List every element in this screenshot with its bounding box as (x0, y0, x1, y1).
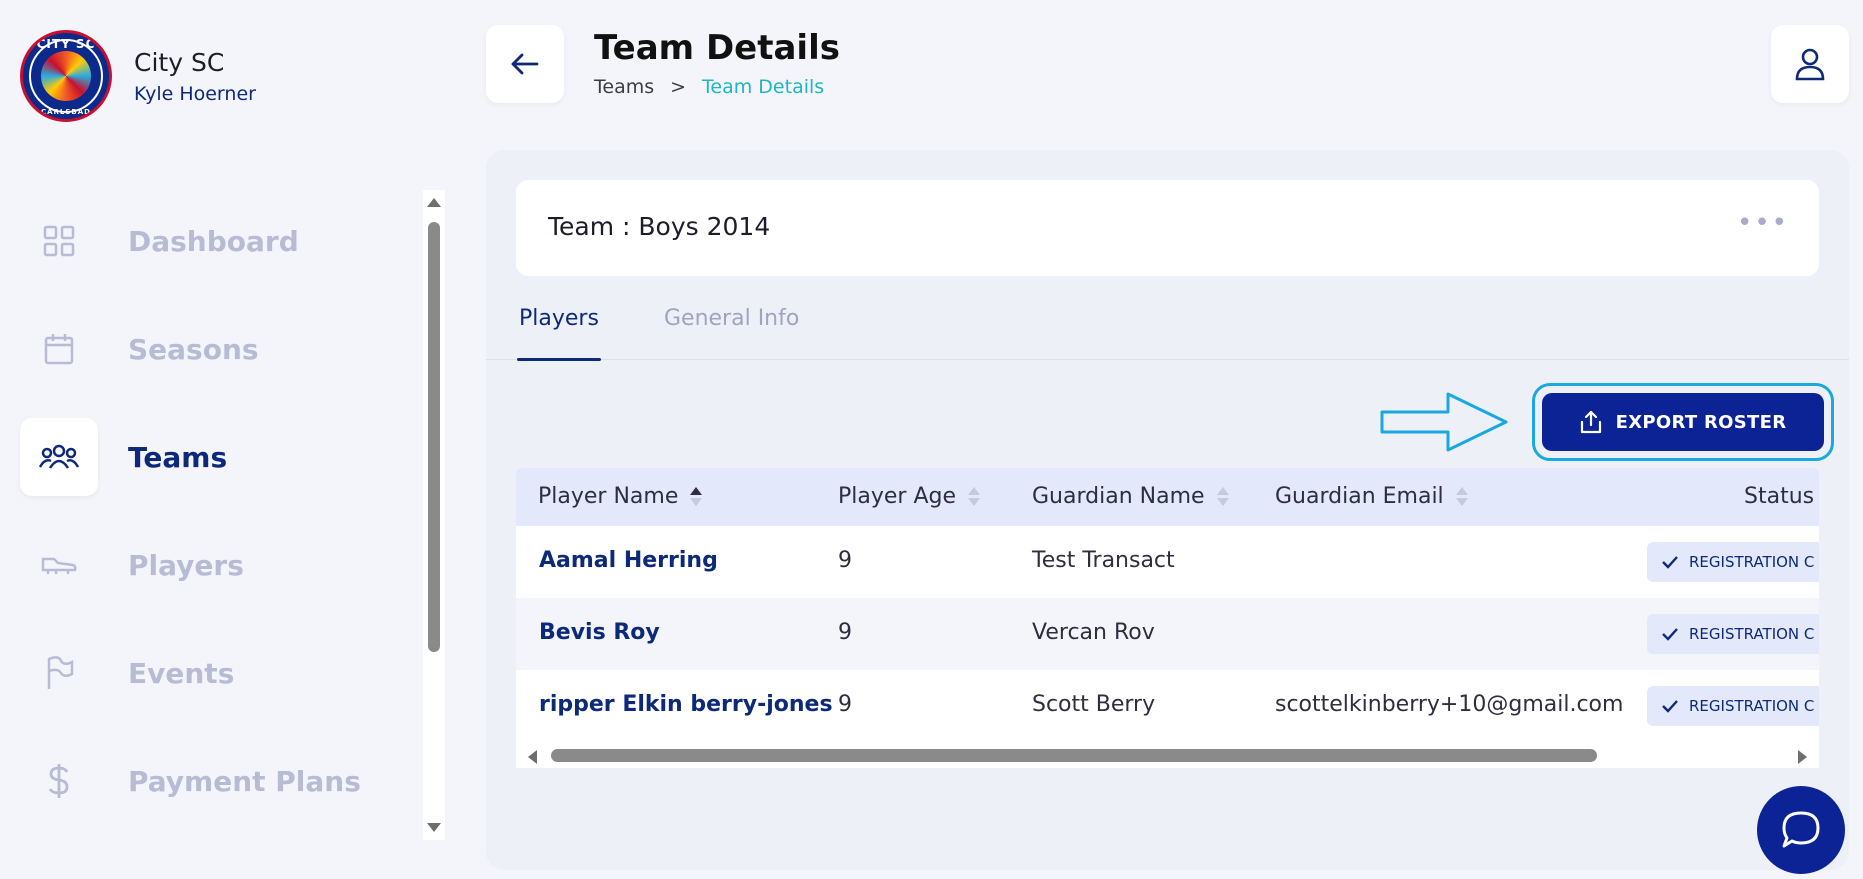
scroll-down-icon[interactable] (427, 823, 441, 832)
status-label: REGISTRATION C (1689, 553, 1815, 571)
breadcrumb-current: Team Details (702, 76, 825, 98)
brand-text: City SC Kyle Hoerner (134, 48, 256, 105)
status-badge: REGISTRATION C (1647, 614, 1819, 654)
team-header-card: Team : Boys 2014 ••• (516, 180, 1819, 276)
sidebar-item-label: Events (128, 656, 235, 690)
col-guardian-email[interactable]: Guardian Email (1275, 484, 1468, 509)
sidebar-item-label: Dashboard (128, 224, 299, 258)
status-badge: REGISTRATION C (1647, 542, 1819, 582)
breadcrumb: Teams > Team Details (594, 76, 824, 98)
sidebar-item-players[interactable]: Players (20, 511, 420, 619)
upload-icon (1580, 410, 1601, 434)
active-tab-indicator (517, 358, 601, 361)
table-row: Bevis Roy 9 Vercan Rov REGISTRATION C (516, 598, 1819, 670)
sort-icon[interactable] (1216, 487, 1229, 506)
calendar-icon (20, 310, 98, 388)
club-logo: CITY SC CARLSBAD (20, 30, 112, 122)
check-icon (1662, 628, 1678, 641)
table-horizontal-scrollbar[interactable] (516, 744, 1819, 768)
profile-button[interactable] (1771, 25, 1849, 103)
col-header-label: Player Name (538, 484, 679, 509)
tab-players[interactable]: Players (519, 306, 599, 331)
support-chat-button[interactable] (1757, 786, 1845, 874)
col-player-name[interactable]: Player Name (538, 484, 703, 509)
export-highlight: EXPORT ROSTER (1532, 383, 1834, 461)
scrollbar-thumb[interactable] (428, 222, 440, 652)
sidebar-item-label: Payment Plans (128, 764, 361, 798)
sidebar-item-label: Seasons (128, 332, 259, 366)
col-header-label: Guardian Email (1275, 484, 1444, 509)
sidebar-item-label: Teams (128, 440, 228, 474)
dollar-icon (20, 742, 98, 820)
brand: CITY SC CARLSBAD City SC Kyle Hoerner (20, 30, 256, 122)
scroll-right-icon[interactable] (1798, 750, 1807, 764)
player-age: 9 (838, 620, 852, 645)
arrow-left-icon (511, 53, 539, 75)
sidebar-item-payment-plans[interactable]: Payment Plans (20, 727, 420, 835)
sort-icon[interactable] (968, 487, 981, 506)
cleat-icon (20, 526, 98, 604)
player-name-link[interactable]: ripper Elkin berry-jones (539, 692, 833, 717)
table-row: Aamal Herring 9 Test Transact REGISTRATI… (516, 526, 1819, 598)
export-roster-label: EXPORT ROSTER (1615, 411, 1787, 433)
scrollbar-thumb[interactable] (551, 749, 1597, 762)
tab-general-info[interactable]: General Info (664, 306, 799, 331)
back-button[interactable] (486, 25, 564, 103)
sidebar-item-events[interactable]: Events (20, 619, 420, 727)
col-player-age[interactable]: Player Age (838, 484, 981, 509)
sidebar-scrollbar[interactable] (423, 190, 445, 840)
scroll-up-icon[interactable] (427, 198, 441, 207)
logo-top-text: CITY SC (36, 37, 96, 51)
sidebar-item-label: Players (128, 548, 244, 582)
scroll-left-icon[interactable] (528, 750, 537, 764)
more-options-icon[interactable]: ••• (1737, 210, 1789, 236)
page-title: Team Details (594, 28, 840, 68)
logo-swirl (41, 51, 91, 101)
breadcrumb-separator: > (670, 76, 687, 98)
team-details-panel: Team : Boys 2014 ••• Players General Inf… (486, 150, 1849, 870)
sort-icon[interactable] (690, 487, 703, 506)
team-label: Team : Boys 2014 (548, 212, 770, 241)
player-age: 9 (838, 692, 852, 717)
chat-icon (1782, 811, 1820, 848)
pointer-arrow-icon (1380, 392, 1508, 452)
sidebar: CITY SC CARLSBAD City SC Kyle Hoerner Da… (0, 0, 446, 879)
col-status[interactable]: Status (1744, 484, 1814, 509)
guardian-email: scottelkinberry+10@gmail.com (1275, 692, 1624, 717)
status-badge: REGISTRATION C (1647, 686, 1819, 726)
guardian-name: Scott Berry (1032, 692, 1156, 717)
sidebar-nav: Dashboard Seasons Teams Players Events P… (20, 187, 420, 835)
guardian-name: Test Transact (1032, 548, 1175, 573)
breadcrumb-teams-link[interactable]: Teams (594, 76, 654, 98)
user-name: Kyle Hoerner (134, 82, 256, 105)
user-icon (1795, 48, 1825, 81)
logo-bottom-text: CARLSBAD (40, 108, 91, 116)
players-table: Player Name Player Age Guardian Name Gua… (516, 468, 1819, 768)
player-name-link[interactable]: Aamal Herring (539, 548, 718, 573)
sort-icon[interactable] (1455, 487, 1468, 506)
sidebar-item-dashboard[interactable]: Dashboard (20, 187, 420, 295)
col-header-label: Player Age (838, 484, 957, 509)
export-roster-button[interactable]: EXPORT ROSTER (1542, 393, 1824, 451)
sidebar-item-seasons[interactable]: Seasons (20, 295, 420, 403)
player-age: 9 (838, 548, 852, 573)
check-icon (1662, 700, 1678, 713)
team-label-prefix: Team : (548, 212, 639, 241)
club-name: City SC (134, 47, 225, 77)
col-guardian-name[interactable]: Guardian Name (1032, 484, 1229, 509)
check-icon (1662, 556, 1678, 569)
guardian-name: Vercan Rov (1032, 620, 1155, 645)
sidebar-item-teams[interactable]: Teams (20, 403, 420, 511)
flag-icon (20, 634, 98, 712)
grid-icon (20, 202, 98, 280)
player-name-link[interactable]: Bevis Roy (539, 620, 660, 645)
status-label: REGISTRATION C (1689, 625, 1815, 643)
col-header-label: Guardian Name (1032, 484, 1205, 509)
users-icon (20, 418, 98, 496)
table-header: Player Name Player Age Guardian Name Gua… (516, 468, 1819, 526)
team-name: Boys 2014 (638, 212, 771, 241)
table-row: ripper Elkin berry-jones 9 Scott Berry s… (516, 670, 1819, 742)
col-header-label: Status (1744, 484, 1815, 509)
status-label: REGISTRATION C (1689, 697, 1815, 715)
